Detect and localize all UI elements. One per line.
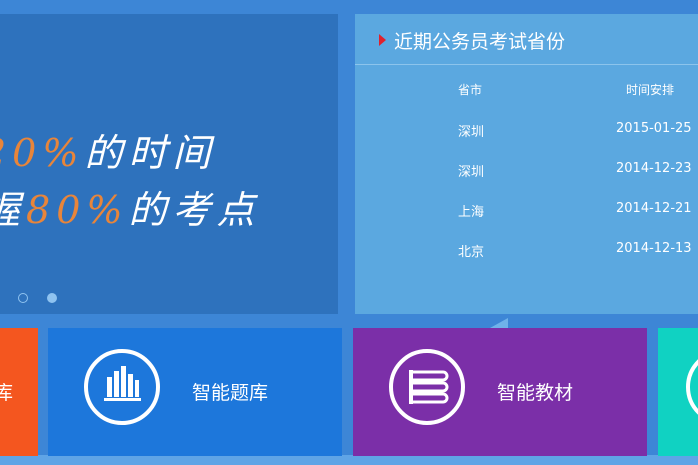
circle-icon xyxy=(686,349,698,425)
tile-partial-left[interactable]: 库 xyxy=(0,328,38,456)
banner-text-2a: 握 xyxy=(0,188,26,232)
table-row[interactable]: 上海 2014-12-21 xyxy=(355,199,698,239)
exam-panel-header: 近期公务员考试省份 xyxy=(355,14,698,65)
banner-line-2: 握80%的考点 xyxy=(0,179,261,234)
banner-highlight-2: 80% xyxy=(26,188,129,232)
table-row[interactable]: 深圳 2014-12-23 xyxy=(355,159,698,199)
exam-panel-title[interactable]: 近期公务员考试省份 xyxy=(394,27,565,54)
exam-table-header: 省市 时间安排 xyxy=(355,79,698,119)
col-time-header: 时间安排 xyxy=(626,83,675,97)
banner-line-1: 20%的时间 xyxy=(0,122,216,177)
exam-schedule-panel: 近期公务员考试省份 省市 时间安排 深圳 2015-01-25 深圳 2014-… xyxy=(355,14,698,314)
col-province-header: 省市 xyxy=(458,83,483,97)
row-province: 北京 xyxy=(458,245,485,260)
row-date: 2014-12-13 xyxy=(616,241,692,256)
table-row[interactable]: 北京 2014-12-13 xyxy=(355,239,698,279)
banner-text-2b: 的考点 xyxy=(128,188,261,232)
table-row[interactable]: 深圳 2015-01-25 xyxy=(355,119,698,159)
slide-indicator-2-active[interactable] xyxy=(47,293,57,303)
row-date: 2014-12-21 xyxy=(616,201,692,216)
tile-partial-right[interactable] xyxy=(658,328,698,456)
background-stripe xyxy=(0,455,698,465)
tile-label: 智能教材 xyxy=(497,382,574,404)
red-arrow-icon xyxy=(379,34,386,46)
row-date: 2014-12-23 xyxy=(616,161,692,176)
tile-smart-question-bank[interactable]: 智能题库 xyxy=(48,328,342,456)
tile-smart-textbook[interactable]: 智能教材 xyxy=(353,328,647,456)
banner-highlight-1: 20% xyxy=(0,131,85,175)
exam-table: 省市 时间安排 深圳 2015-01-25 深圳 2014-12-23 上海 2… xyxy=(355,79,698,279)
row-province: 上海 xyxy=(458,205,485,220)
tile-label: 库 xyxy=(0,382,14,404)
decorative-triangle xyxy=(490,318,508,328)
row-date: 2015-01-25 xyxy=(616,121,692,136)
bar-chart-icon xyxy=(84,349,160,425)
banner-text-1: 的时间 xyxy=(84,131,217,175)
book-stack-icon xyxy=(389,349,465,425)
tile-label: 智能题库 xyxy=(192,382,269,404)
row-province: 深圳 xyxy=(458,165,485,180)
row-province: 深圳 xyxy=(458,125,485,140)
slide-indicator-1[interactable] xyxy=(18,293,28,303)
banner-slider[interactable]: 20%的时间 握80%的考点 xyxy=(0,14,338,314)
